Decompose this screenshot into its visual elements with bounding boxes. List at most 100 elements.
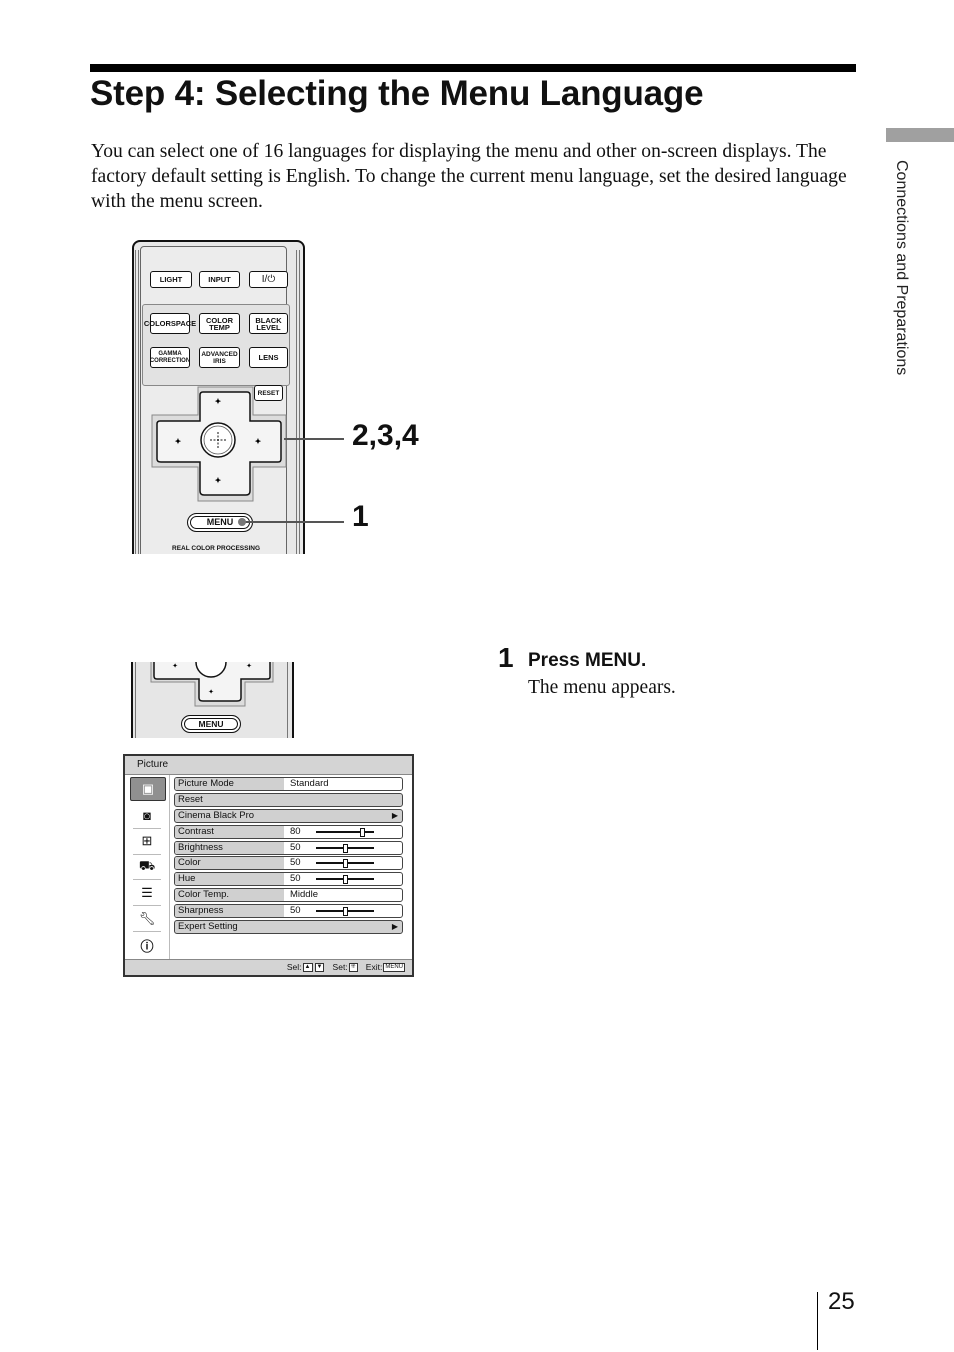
btn-line: COLOR bbox=[143, 319, 171, 328]
remote-partial-illustration: ✦ ✦ ✦ MENU bbox=[131, 662, 294, 738]
menu-row-value: 50 bbox=[290, 857, 301, 869]
menu-header: Picture bbox=[125, 756, 412, 775]
btn-line: CORRECTION bbox=[149, 357, 191, 364]
menu-row-label: Brightness bbox=[175, 841, 284, 854]
menu-row-label: Contrast bbox=[175, 825, 284, 838]
menu-row-label: Cinema Black Pro bbox=[178, 809, 255, 821]
title-rule bbox=[90, 64, 856, 72]
section-label: Connections and Preparations bbox=[880, 160, 920, 430]
callout-dot bbox=[238, 518, 246, 526]
menu-row-value: Middle bbox=[290, 889, 318, 901]
up-key-icon: ▲ bbox=[302, 963, 313, 973]
input-button[interactable]: INPUT bbox=[199, 271, 240, 288]
menu-row-slider[interactable] bbox=[316, 826, 374, 838]
svg-text:✦: ✦ bbox=[172, 662, 178, 670]
menu-key-icon: MENU bbox=[383, 963, 405, 973]
picture-plus-icon[interactable]: ◙ bbox=[133, 805, 161, 825]
enter-key-icon: ⁜ bbox=[348, 963, 358, 973]
dpad[interactable]: ✦ ✦ ✦ ✦ bbox=[150, 385, 290, 510]
callout-line-menu bbox=[242, 521, 344, 523]
callout-line-dpad bbox=[284, 438, 344, 440]
svg-text:✦: ✦ bbox=[175, 437, 182, 446]
menu-button[interactable]: MENU bbox=[181, 715, 241, 733]
step-description: The menu appears. bbox=[528, 677, 676, 698]
menu-footer: Sel: ▲ ▼ Set: ⁜ Exit: MENU bbox=[125, 959, 412, 975]
information-icon[interactable]: ⓘ bbox=[133, 935, 161, 955]
power-button[interactable]: I/⏻ bbox=[249, 271, 288, 288]
menu-row-value: 50 bbox=[290, 905, 301, 917]
advanced-iris-button[interactable]: ADVANCED IRIS bbox=[199, 347, 240, 368]
menu-row-value: 80 bbox=[290, 825, 301, 837]
menu-row-slider[interactable] bbox=[316, 905, 374, 917]
btn-line: LEVEL bbox=[256, 322, 281, 332]
menu-row[interactable]: Reset bbox=[174, 792, 403, 807]
menu-row[interactable]: Color 50 bbox=[174, 856, 403, 871]
menu-row[interactable]: Contrast 80 bbox=[174, 824, 403, 839]
setup-icon[interactable]: ⛟ bbox=[133, 857, 161, 877]
menu-row[interactable]: Brightness 50 bbox=[174, 840, 403, 855]
slider-knob[interactable] bbox=[360, 827, 366, 837]
svg-text:✦: ✦ bbox=[255, 437, 262, 446]
divider bbox=[133, 854, 161, 855]
menu-row[interactable]: Color Temp. Middle bbox=[174, 888, 403, 903]
svg-text:✦: ✦ bbox=[246, 662, 252, 670]
divider bbox=[133, 905, 161, 906]
screen-icon[interactable]: ⊞ bbox=[133, 831, 161, 851]
menu-row-value: Standard bbox=[290, 778, 329, 789]
remote-illustration: LIGHT INPUT I/⏻ COLOR SPACE COLOR TEMP BLA… bbox=[132, 240, 305, 554]
menu-category-list: ▣ ◙ ⊞ ⛟ ☰ 🔧︎ ⓘ bbox=[127, 775, 170, 959]
step-number: 1 bbox=[498, 642, 514, 673]
slider-knob[interactable] bbox=[343, 859, 348, 869]
menu-screen: Picture ▣ ◙ ⊞ ⛟ ☰ 🔧︎ ⓘ Picture Mode Stand… bbox=[123, 754, 414, 977]
menu-row-label: Reset bbox=[178, 793, 203, 805]
installation-icon[interactable]: 🔧︎ bbox=[133, 909, 161, 929]
black-level-button[interactable]: BLACK LEVEL bbox=[249, 313, 288, 334]
slider-knob[interactable] bbox=[343, 843, 348, 853]
menu-row[interactable]: Cinema Black Pro ▶ bbox=[174, 808, 403, 823]
svg-text:✦: ✦ bbox=[208, 688, 214, 696]
menu-row-label: Color bbox=[175, 857, 284, 870]
remote-edge bbox=[135, 250, 139, 554]
footer-set-label: Set: bbox=[332, 962, 348, 972]
btn-line: TEMP bbox=[209, 322, 230, 332]
menu-row-value: 50 bbox=[290, 873, 301, 885]
picture-icon[interactable]: ▣ bbox=[130, 777, 166, 801]
gamma-correction-button[interactable]: GAMMA CORRECTION bbox=[150, 347, 190, 368]
color-temp-button[interactable]: COLOR TEMP bbox=[199, 313, 240, 334]
menu-row-label: Color Temp. bbox=[175, 889, 284, 902]
menu-row-slider[interactable] bbox=[316, 857, 374, 869]
section-tab bbox=[886, 128, 954, 142]
menu-row-slider[interactable] bbox=[316, 873, 374, 885]
callout-dpad: 2,3,4 bbox=[352, 419, 419, 452]
menu-row-slider[interactable] bbox=[316, 842, 374, 854]
step-title: Press MENU. bbox=[528, 650, 647, 671]
btn-line: GAMMA bbox=[158, 350, 182, 357]
dpad[interactable]: ✦ ✦ ✦ bbox=[147, 662, 277, 712]
page-number: 25 bbox=[828, 1288, 855, 1315]
remote-edge bbox=[296, 250, 300, 554]
divider bbox=[133, 879, 161, 880]
footer-sel-label: Sel: bbox=[286, 962, 302, 972]
intro-paragraph: You can select one of 16 languages for d… bbox=[91, 141, 847, 212]
color-space-button[interactable]: COLOR SPACE bbox=[144, 313, 196, 334]
menu-item-list: Picture Mode Standard Reset Cinema Black Pr… bbox=[174, 777, 403, 936]
menu-row-value: 50 bbox=[290, 841, 301, 853]
menu-row[interactable]: Hue 50 bbox=[174, 872, 403, 887]
page-number-rule bbox=[817, 1292, 818, 1350]
menu-row[interactable]: Picture Mode Standard bbox=[174, 777, 403, 791]
down-key-icon: ▼ bbox=[314, 963, 325, 973]
slider-knob[interactable] bbox=[343, 875, 348, 885]
svg-text:✦: ✦ bbox=[215, 397, 222, 406]
menu-row[interactable]: Sharpness 50 bbox=[174, 904, 403, 919]
divider bbox=[133, 931, 161, 932]
btn-line: IRIS bbox=[213, 357, 226, 365]
slider-knob[interactable] bbox=[343, 907, 348, 917]
menu-row[interactable]: Expert Setting ▶ bbox=[174, 920, 403, 935]
menu-row-label: Picture Mode bbox=[175, 778, 284, 790]
menu-row-label: Expert Setting bbox=[178, 921, 238, 933]
submenu-arrow-icon: ▶ bbox=[391, 922, 398, 932]
function-icon[interactable]: ☰ bbox=[133, 883, 161, 903]
lens-button[interactable]: LENS bbox=[249, 347, 288, 368]
light-button[interactable]: LIGHT bbox=[150, 271, 192, 288]
callout-menu: 1 bbox=[352, 500, 369, 533]
